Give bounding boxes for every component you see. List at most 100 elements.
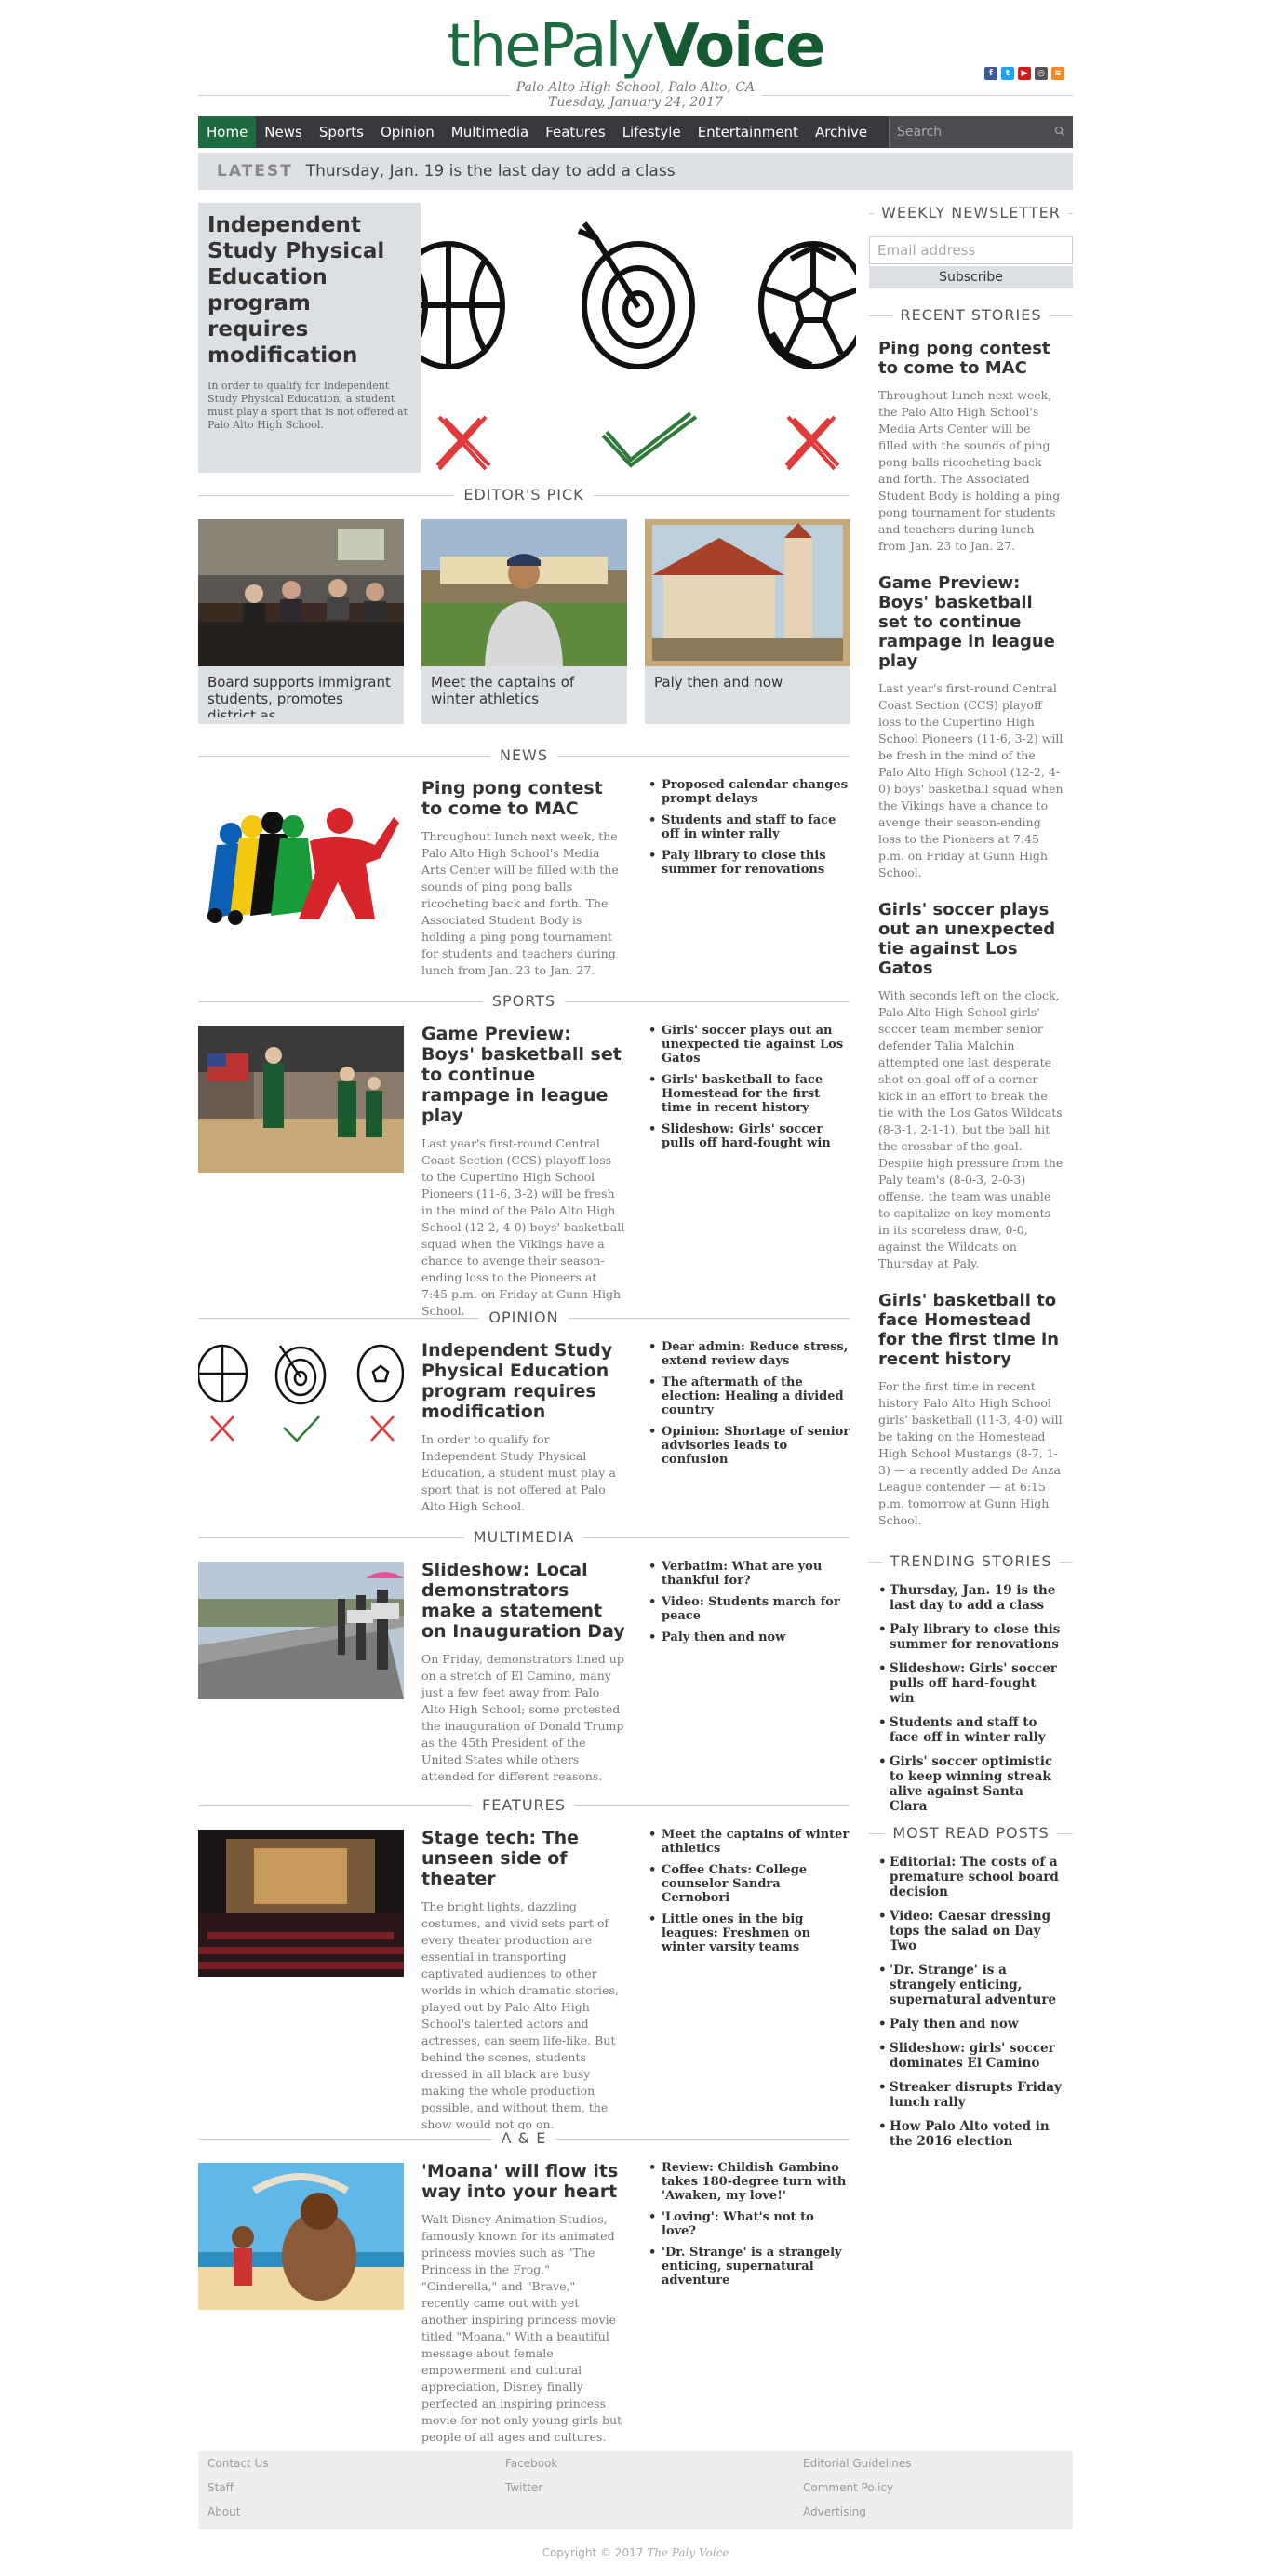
opinion-related-link[interactable]: Opinion: Shortage of senior advisories l… — [649, 1425, 851, 1467]
editors-pick-caption[interactable]: Meet the captains of winter athletics — [421, 666, 627, 717]
footer-link-staff[interactable]: Staff — [198, 2475, 477, 2500]
features-related-link[interactable]: Little ones in the big leagues: Freshmen… — [649, 1912, 851, 1954]
news-title[interactable]: Ping pong contest to come to MAC — [421, 778, 626, 819]
footer-link-contact[interactable]: Contact Us — [198, 2451, 477, 2475]
editors-pick-caption[interactable]: Board supports immigrant students, promo… — [198, 666, 404, 717]
most-read-link[interactable]: Streaker disrupts Friday lunch rally — [878, 2080, 1064, 2110]
multimedia-excerpt: On Friday, demonstrators lined up on a s… — [421, 1652, 624, 1783]
nav-archive[interactable]: Archive — [807, 116, 876, 148]
nav-lifestyle[interactable]: Lifestyle — [614, 116, 689, 148]
search-icon[interactable] — [1054, 126, 1065, 137]
footer-link-facebook[interactable]: Facebook — [496, 2451, 775, 2475]
ae-image[interactable] — [198, 2163, 404, 2310]
editors-pick-image[interactable] — [198, 519, 404, 666]
nav-news[interactable]: News — [256, 116, 311, 148]
editors-pick-image[interactable] — [645, 519, 850, 666]
features-title[interactable]: Stage tech: The unseen side of theater — [421, 1828, 626, 1889]
news-related-list: Proposed calendar changes prompt delays … — [649, 778, 851, 884]
editors-pick-item[interactable]: Board supports immigrant students, promo… — [198, 519, 404, 724]
opinion-title[interactable]: Independent Study Physical Education pro… — [421, 1340, 626, 1422]
sports-main-story: Game Preview: Boys' basketball set to co… — [421, 1024, 626, 1320]
recent-story-excerpt: Last year's first-round Central Coast Se… — [878, 681, 1064, 879]
sports-related-link[interactable]: Slideshow: Girls' soccer pulls off hard-… — [649, 1122, 851, 1150]
featured-image[interactable] — [421, 203, 856, 473]
sports-image[interactable] — [198, 1026, 404, 1173]
news-related-link[interactable]: Paly library to close this summer for re… — [649, 849, 851, 877]
recent-story-excerpt: Throughout lunch next week, the Palo Alt… — [878, 388, 1061, 553]
twitter-icon[interactable]: t — [1001, 67, 1014, 80]
ae-title[interactable]: 'Moana' will flow its way into your hear… — [421, 2161, 626, 2202]
email-input[interactable] — [869, 236, 1073, 264]
multimedia-related-link[interactable]: Video: Students march for peace — [649, 1595, 851, 1623]
facebook-icon[interactable]: f — [984, 67, 997, 80]
footer-link-advertising[interactable]: Advertising — [794, 2500, 1073, 2524]
footer-link-twitter[interactable]: Twitter — [496, 2475, 775, 2500]
opinion-related-list: Dear admin: Reduce stress, extend review… — [649, 1340, 851, 1474]
latest-headline[interactable]: Thursday, Jan. 19 is the last day to add… — [306, 162, 676, 181]
social-links: f t ▶ ◎ ≋ — [984, 67, 1064, 80]
features-related-link[interactable]: Meet the captains of winter athletics — [649, 1828, 851, 1856]
most-read-link[interactable]: 'Dr. Strange' is a strangely enticing, s… — [878, 1963, 1064, 2007]
search-input[interactable] — [890, 116, 1053, 148]
features-image[interactable] — [198, 1830, 404, 1977]
most-read-link[interactable]: Video: Caesar dressing tops the salad on… — [878, 1909, 1064, 1953]
multimedia-related-link[interactable]: Verbatim: What are you thankful for? — [649, 1560, 851, 1588]
recent-story: Game Preview: Boys' basketball set to co… — [869, 573, 1073, 881]
multimedia-related-link[interactable]: Paly then and now — [649, 1630, 851, 1644]
recent-story-title[interactable]: Game Preview: Boys' basketball set to co… — [869, 573, 1073, 671]
subscribe-button[interactable]: Subscribe — [869, 266, 1073, 288]
sports-related-link[interactable]: Girls' soccer plays out an unexpected ti… — [649, 1024, 851, 1066]
nav-home[interactable]: Home — [198, 116, 257, 148]
tagline: Palo Alto High School, Palo Alto, CA Tue… — [0, 80, 1271, 110]
editors-pick-item[interactable]: Paly then and now — [645, 519, 850, 724]
copyright-name[interactable]: The Paly Voice — [647, 2546, 729, 2559]
recent-story-title[interactable]: Ping pong contest to come to MAC — [869, 339, 1073, 378]
editors-pick-item[interactable]: Meet the captains of winter athletics — [421, 519, 627, 724]
news-related-link[interactable]: Proposed calendar changes prompt delays — [649, 778, 851, 806]
sports-related-link[interactable]: Girls' basketball to face Homestead for … — [649, 1073, 851, 1115]
soccer-ball-icon — [758, 241, 856, 369]
editors-pick-caption[interactable]: Paly then and now — [645, 666, 850, 717]
footer-link-editorial-guidelines[interactable]: Editorial Guidelines — [794, 2451, 1073, 2475]
multimedia-title[interactable]: Slideshow: Local demonstrators make a st… — [421, 1560, 626, 1642]
ae-related-link[interactable]: 'Dr. Strange' is a strangely enticing, s… — [649, 2246, 851, 2288]
nav-sports[interactable]: Sports — [311, 116, 372, 148]
recent-story-title[interactable]: Girls' basketball to face Homestead for … — [869, 1291, 1073, 1369]
opinion-related-link[interactable]: Dear admin: Reduce stress, extend review… — [649, 1340, 851, 1368]
nav-opinion[interactable]: Opinion — [372, 116, 443, 148]
nav-entertainment[interactable]: Entertainment — [689, 116, 807, 148]
trending-link[interactable]: Thursday, Jan. 19 is the last day to add… — [878, 1583, 1064, 1613]
trending-link[interactable]: Girls' soccer optimistic to keep winning… — [878, 1754, 1064, 1814]
opinion-related-link[interactable]: The aftermath of the election: Healing a… — [649, 1375, 851, 1417]
trending-link[interactable]: Slideshow: Girls' soccer pulls off hard-… — [878, 1661, 1064, 1706]
nav-multimedia[interactable]: Multimedia — [443, 116, 537, 148]
news-image[interactable] — [198, 780, 404, 927]
sports-title[interactable]: Game Preview: Boys' basketball set to co… — [421, 1024, 626, 1126]
ae-related-link[interactable]: 'Loving': What's not to love? — [649, 2210, 851, 2238]
footer-link-comment-policy[interactable]: Comment Policy — [794, 2475, 1073, 2500]
opinion-image[interactable] — [198, 1342, 404, 1463]
footer-link-about[interactable]: About — [198, 2500, 477, 2524]
instagram-icon[interactable]: ◎ — [1035, 67, 1048, 80]
nav-features[interactable]: Features — [537, 116, 614, 148]
most-read-link[interactable]: How Palo Alto voted in the 2016 election — [878, 2119, 1064, 2149]
rss-icon[interactable]: ≋ — [1051, 67, 1064, 80]
most-read-link[interactable]: Paly then and now — [878, 2017, 1064, 2032]
youtube-icon[interactable]: ▶ — [1018, 67, 1031, 80]
trending-link[interactable]: Students and staff to face off in winter… — [878, 1715, 1064, 1745]
most-read-link[interactable]: Slideshow: girls' soccer dominates El Ca… — [878, 2041, 1064, 2071]
featured-story[interactable]: Independent Study Physical Education pro… — [198, 203, 421, 473]
copyright: Copyright © 2017 The Paly Voice — [542, 2546, 729, 2559]
main-nav: Home News Sports Opinion Multimedia Feat… — [198, 116, 1073, 148]
features-related-link[interactable]: Coffee Chats: College counselor Sandra C… — [649, 1863, 851, 1905]
recent-story-title[interactable]: Girls' soccer plays out an unexpected ti… — [869, 900, 1073, 978]
ae-main-story: 'Moana' will flow its way into your hear… — [421, 2161, 626, 2446]
featured-title[interactable]: Independent Study Physical Education pro… — [207, 212, 411, 369]
most-read-link[interactable]: Editorial: The costs of a premature scho… — [878, 1855, 1064, 1899]
editors-pick-image[interactable] — [421, 519, 627, 666]
multimedia-image[interactable] — [198, 1562, 404, 1699]
ae-related-link[interactable]: Review: Childish Gambino takes 180-degre… — [649, 2161, 851, 2203]
site-logo[interactable]: thePalyVoice — [0, 9, 1271, 84]
news-related-link[interactable]: Students and staff to face off in winter… — [649, 813, 851, 841]
trending-link[interactable]: Paly library to close this summer for re… — [878, 1622, 1064, 1652]
